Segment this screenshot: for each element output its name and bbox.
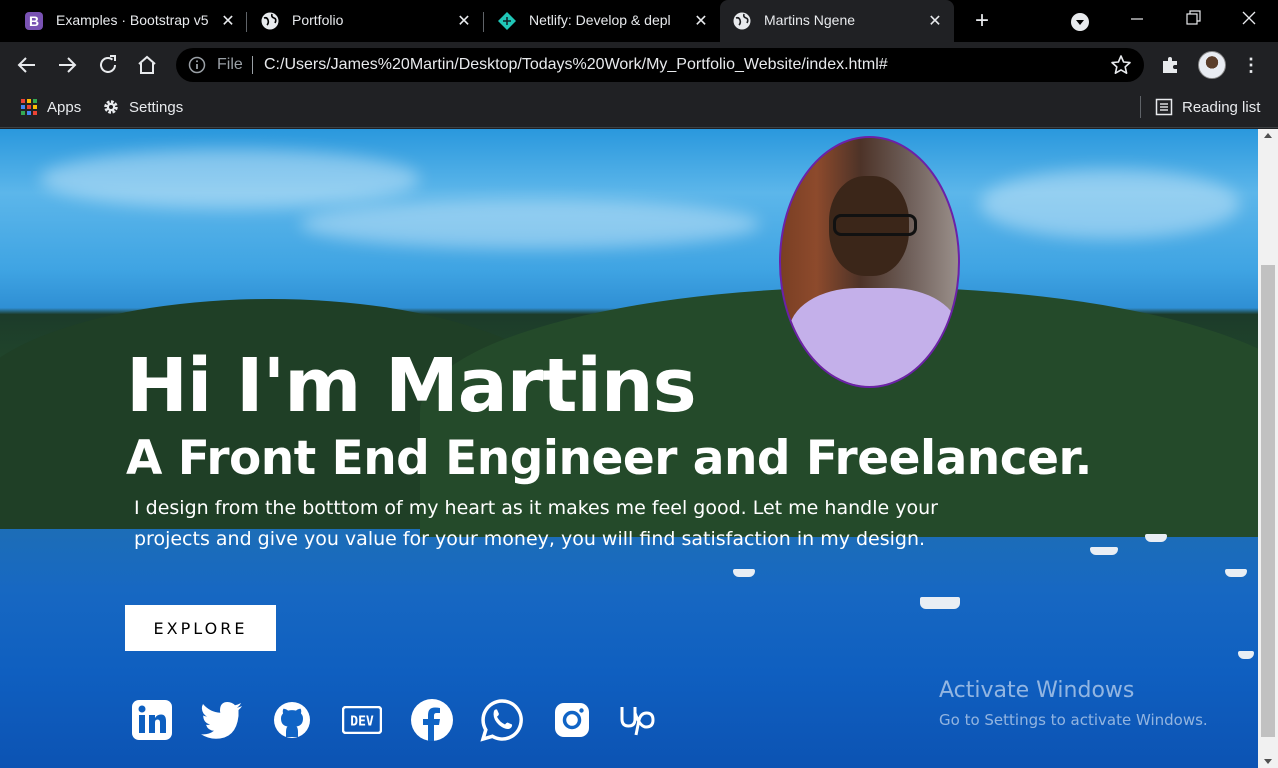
bookmark-apps[interactable]: Apps [20,96,81,118]
reading-list-icon [1155,98,1173,116]
background-boat [920,597,960,609]
bookmarks-bar: Apps Settings Reading list [0,88,1278,128]
tab-martins-ngene[interactable]: Martins Ngene ✕ [720,0,954,42]
tab-title: Netlify: Develop & depl [529,12,671,28]
windows-activation-watermark: Activate Windows Go to Settings to activ… [939,677,1208,731]
whatsapp-icon[interactable] [480,698,524,742]
tab-title: Examples · Bootstrap v5 [56,12,209,28]
hero-subtitle: A Front End Engineer and Freelancer. [126,431,1092,486]
scrollbar-thumb[interactable] [1261,265,1275,737]
background-boat [733,569,755,577]
twitter-icon[interactable] [200,698,244,742]
bookmarks-divider [1140,96,1141,118]
bootstrap-icon: B [24,11,44,31]
background-cloud [40,149,420,209]
address-divider [252,56,253,74]
scheme-label: File [217,56,243,73]
scroll-up-arrow-icon[interactable] [1264,133,1272,138]
close-icon[interactable]: ✕ [691,11,711,31]
close-icon[interactable]: ✕ [218,11,238,31]
globe-icon [260,11,280,31]
watermark-title: Activate Windows [939,678,1135,703]
url-text[interactable]: C:/Users/James%20Martin/Desktop/Todays%2… [264,56,888,74]
instagram-icon[interactable] [550,698,594,742]
globe-icon [732,11,752,31]
background-cloud [980,169,1240,239]
vertical-scrollbar[interactable] [1258,129,1278,768]
explore-button[interactable]: EXPLORE [125,605,276,651]
bookmark-label: Apps [47,98,82,116]
minimize-icon[interactable] [1124,8,1150,30]
tab-bootstrap-examples[interactable]: B Examples · Bootstrap v5 ✕ [12,0,244,42]
reload-icon[interactable] [96,53,120,77]
tab-strip: B Examples · Bootstrap v5 ✕ Portfolio ✕ … [0,0,1278,42]
background-boat [1090,547,1118,555]
hero-title: Hi I'm Martins [126,343,697,429]
dev-icon[interactable]: DEV [340,698,384,742]
window-close-icon[interactable] [1236,8,1262,30]
svg-text:B: B [29,13,39,29]
tab-title: Portfolio [292,12,344,28]
linkedin-icon[interactable] [130,698,174,742]
tab-search-icon[interactable] [1070,12,1090,32]
apps-grid-icon [20,98,38,116]
bookmark-label: Settings [129,98,184,116]
background-boat [1238,651,1254,659]
hero-description: I design from the botttom of my heart as… [134,497,938,550]
bookmark-star-icon[interactable] [1110,54,1132,76]
forward-arrow-icon[interactable] [55,53,79,77]
close-icon[interactable]: ✕ [454,11,474,31]
background-boat [1145,534,1167,542]
upwork-icon[interactable] [620,698,664,742]
extensions-puzzle-icon[interactable] [1160,54,1182,76]
reading-list-button[interactable]: Reading list [1155,96,1260,118]
portrait-shirt [789,288,958,386]
netlify-icon [497,11,517,31]
more-menu-icon[interactable]: ⋮ [1241,54,1261,76]
tab-title: Martins Ngene [764,12,856,28]
page-hero-section: Hi I'm Martins A Front End Engineer and … [0,129,1258,768]
gear-icon [102,98,120,116]
info-icon[interactable] [188,56,206,74]
watermark-subtitle: Go to Settings to activate Windows. [939,711,1208,729]
tab-portfolio[interactable]: Portfolio ✕ [248,0,480,42]
tab-netlify[interactable]: Netlify: Develop & depl ✕ [485,0,717,42]
tab-divider [483,12,484,32]
profile-avatar[interactable] [1198,51,1226,79]
facebook-icon[interactable] [410,698,454,742]
tab-divider [246,12,247,32]
back-arrow-icon[interactable] [15,53,39,77]
svg-text:DEV: DEV [350,715,374,730]
new-tab-plus-icon[interactable]: + [970,9,994,33]
portrait-glasses [833,214,917,236]
home-icon[interactable] [135,53,159,77]
scroll-down-arrow-icon[interactable] [1264,759,1272,764]
close-icon[interactable]: ✕ [925,11,945,31]
profile-portrait [779,136,960,388]
background-cloud [300,199,760,249]
bookmark-settings[interactable]: Settings [102,96,183,118]
github-icon[interactable] [270,698,314,742]
background-boat [1225,569,1247,577]
address-bar[interactable]: File C:/Users/James%20Martin/Desktop/Tod… [176,48,1144,82]
reading-list-label: Reading list [1182,98,1261,116]
restore-icon[interactable] [1180,8,1206,30]
